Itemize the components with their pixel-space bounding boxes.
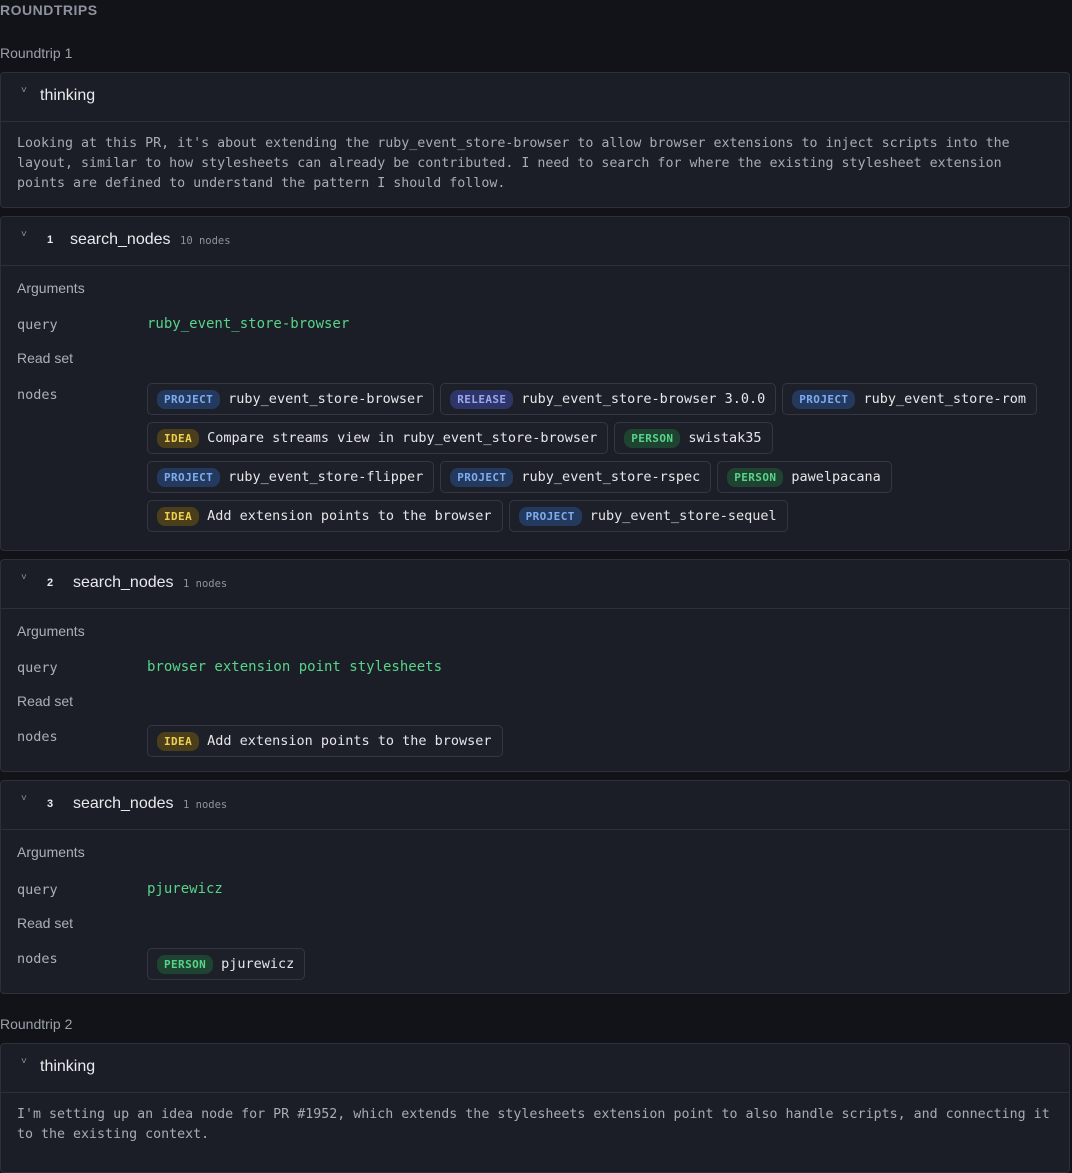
node-name: ruby_event_store-browser <box>228 391 424 407</box>
node-chip-list: IDEA Add extension points to the browser <box>147 725 1057 757</box>
arguments-label: Arguments <box>17 844 85 860</box>
query-value: pjurewicz <box>147 881 223 897</box>
node-type-badge: PROJECT <box>157 467 221 487</box>
step-number: 3 <box>47 798 54 810</box>
node-name: pawelpacana <box>791 469 881 485</box>
tool-call-card: ˅ 2 search_nodes 1 nodes Arguments query… <box>0 559 1070 772</box>
nodes-key: nodes <box>17 387 58 403</box>
node-chip[interactable]: IDEA Add extension points to the browser <box>147 725 503 757</box>
node-name: swistak35 <box>688 430 762 446</box>
thinking-text: I'm setting up an idea node for PR #1952… <box>17 1107 1050 1142</box>
thinking-title: thinking <box>40 87 96 104</box>
query-key: query <box>17 660 58 676</box>
node-type-badge: PROJECT <box>792 389 856 409</box>
node-type-badge: PROJECT <box>518 506 582 526</box>
tool-name: search_nodes <box>70 231 171 248</box>
node-chip[interactable]: PERSON swistak35 <box>614 422 773 454</box>
node-name: Compare streams view in ruby_event_store… <box>207 430 598 446</box>
thinking-header[interactable]: ˅ thinking <box>1 1044 1069 1093</box>
step-number: 2 <box>47 577 54 589</box>
thinking-text: Looking at this PR, it's about extending… <box>17 136 1010 191</box>
nodes-key: nodes <box>17 729 58 745</box>
query-key: query <box>17 317 58 333</box>
arguments-label: Arguments <box>17 623 85 639</box>
thinking-header[interactable]: ˅ thinking <box>1 73 1069 122</box>
step-number: 1 <box>47 234 54 246</box>
node-type-badge: IDEA <box>157 731 200 751</box>
tool-call-header[interactable]: ˅ 3 search_nodes 1 nodes <box>1 781 1069 830</box>
node-chip[interactable]: PERSON pjurewicz <box>147 948 306 980</box>
node-name: ruby_event_store-rspec <box>521 469 701 485</box>
node-type-badge: PERSON <box>727 467 784 487</box>
node-chip[interactable]: PROJECT ruby_event_store-rspec <box>440 461 712 493</box>
node-type-badge: IDEA <box>157 506 200 526</box>
chevron-down-icon[interactable]: ˅ <box>21 572 27 583</box>
node-type-badge: PERSON <box>157 954 214 974</box>
node-chip-list: PERSON pjurewicz <box>147 948 1057 980</box>
tool-call-card: ˅ 1 search_nodes 10 nodes Arguments quer… <box>0 216 1070 551</box>
tool-call-header[interactable]: ˅ 2 search_nodes 1 nodes <box>1 560 1069 609</box>
node-chip[interactable]: PROJECT ruby_event_store-rom <box>782 383 1037 415</box>
chevron-down-icon[interactable]: ˅ <box>21 1056 27 1067</box>
roundtrip-label: Roundtrip 1 <box>0 45 73 61</box>
node-type-badge: IDEA <box>157 428 200 448</box>
chevron-down-icon[interactable]: ˅ <box>21 229 27 240</box>
node-name: ruby_event_store-sequel <box>589 508 777 524</box>
query-value: ruby_event_store-browser <box>147 316 350 332</box>
node-count: 1 nodes <box>183 578 228 590</box>
node-type-badge: RELEASE <box>450 389 514 409</box>
read-set-label: Read set <box>17 915 74 931</box>
roundtrip-label: Roundtrip 2 <box>0 1016 73 1032</box>
tool-name: search_nodes <box>73 795 174 812</box>
node-type-badge: PERSON <box>624 428 681 448</box>
node-name: Add extension points to the browser <box>207 733 492 749</box>
thinking-card: ˅ thinking I'm setting up an idea node f… <box>0 1043 1070 1173</box>
node-name: ruby_event_store-rom <box>863 391 1026 407</box>
read-set-label: Read set <box>17 693 74 709</box>
tool-call-card: ˅ 3 search_nodes 1 nodes Arguments query… <box>0 780 1070 994</box>
chevron-down-icon[interactable]: ˅ <box>21 793 27 804</box>
thinking-card: ˅ thinking Looking at this PR, it's abou… <box>0 72 1070 208</box>
node-chip[interactable]: IDEA Compare streams view in ruby_event_s… <box>147 422 609 454</box>
node-chip[interactable]: IDEA Add extension points to the browser <box>147 500 503 532</box>
section-title: ROUNDTRIPS <box>0 2 98 18</box>
node-type-badge: PROJECT <box>157 389 221 409</box>
node-count: 10 nodes <box>180 235 231 247</box>
tool-name: search_nodes <box>73 574 174 591</box>
tool-call-header[interactable]: ˅ 1 search_nodes 10 nodes <box>1 217 1069 266</box>
query-key: query <box>17 882 58 898</box>
node-chip[interactable]: RELEASE ruby_event_store-browser 3.0.0 <box>440 383 777 415</box>
read-set-label: Read set <box>17 350 74 366</box>
nodes-key: nodes <box>17 951 58 967</box>
node-count: 1 nodes <box>183 799 228 811</box>
node-chip-list: PROJECT ruby_event_store-browser RELEASE ru… <box>147 383 1057 532</box>
node-chip[interactable]: PROJECT ruby_event_store-flipper <box>147 461 435 493</box>
node-name: ruby_event_store-browser 3.0.0 <box>521 391 766 407</box>
thinking-title: thinking <box>40 1058 96 1075</box>
node-name: Add extension points to the browser <box>207 508 492 524</box>
query-value: browser extension point stylesheets <box>147 659 443 675</box>
chevron-down-icon[interactable]: ˅ <box>21 85 27 96</box>
node-name: ruby_event_store-flipper <box>228 469 424 485</box>
node-chip[interactable]: PERSON pawelpacana <box>717 461 892 493</box>
arguments-label: Arguments <box>17 280 85 296</box>
node-type-badge: PROJECT <box>450 467 514 487</box>
node-chip[interactable]: PROJECT ruby_event_store-sequel <box>508 500 788 532</box>
node-chip[interactable]: PROJECT ruby_event_store-browser <box>147 383 435 415</box>
node-name: pjurewicz <box>221 956 295 972</box>
